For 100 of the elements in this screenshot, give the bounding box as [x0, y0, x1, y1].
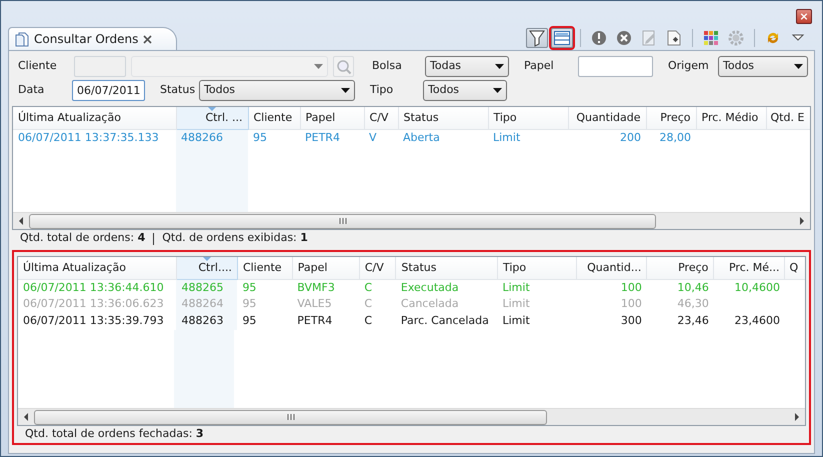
column-header[interactable]: C/V — [364, 107, 398, 129]
toolbar-button[interactable] — [526, 28, 548, 48]
status-text: Qtd. total de ordens fechadas: 3 — [25, 426, 204, 442]
scroll-right-icon[interactable] — [799, 217, 805, 225]
field-label: Origem — [668, 58, 710, 74]
table-cell-text: Cancelada — [400, 296, 460, 312]
dropdown[interactable]: Todos — [199, 80, 355, 101]
field-label: Cliente — [18, 58, 58, 74]
table-cell: 10,4600 — [714, 279, 785, 296]
tab[interactable]: Consultar Ordens — [8, 27, 178, 50]
table-cell: 06/07/2011 13:35:39.793 — [18, 313, 176, 330]
column-header[interactable]: Cliente — [237, 257, 292, 279]
caret-icon — [495, 64, 504, 70]
toolbar-button[interactable] — [551, 28, 573, 48]
table-cell: C — [359, 279, 396, 296]
close-icon[interactable] — [143, 34, 152, 44]
column-header[interactable]: Preço — [646, 257, 714, 279]
cancel-icon — [615, 29, 633, 47]
layout-icon — [553, 29, 571, 47]
column-header[interactable]: Quantid... — [576, 257, 647, 279]
table-cell-text: 100 — [620, 296, 643, 312]
column-header[interactable]: Prc. Médio — [696, 107, 766, 129]
column-header[interactable]: Prc. Mé... — [714, 257, 785, 279]
table-cell: 100 — [576, 279, 647, 296]
input-field[interactable] — [578, 56, 653, 77]
table-cell: 488266 — [176, 129, 248, 146]
column-header[interactable]: Papel — [300, 107, 364, 129]
table-cell: 488264 — [176, 296, 238, 313]
table-cell-text: 23,4600 — [733, 313, 781, 330]
field-label: Bolsa — [372, 58, 403, 74]
column-header[interactable]: C/V — [359, 257, 396, 279]
column-header[interactable]: Tipo — [488, 107, 568, 129]
dropdown[interactable]: Todos — [423, 80, 507, 101]
table-cell-text: 300 — [620, 313, 643, 330]
scrollbar-thumb[interactable] — [34, 410, 548, 424]
dropdown[interactable]: Todas — [425, 56, 509, 77]
column-header[interactable]: Status — [396, 257, 498, 279]
tab-title: Consultar Ordens — [34, 31, 138, 48]
table-cell: 06/07/2011 13:36:06.623 — [18, 296, 176, 313]
table-cell-text: PETR4 — [296, 313, 334, 330]
table-cell: 488265 — [176, 279, 238, 296]
caret-icon — [493, 88, 502, 94]
table-cell: BVMF3 — [292, 279, 360, 296]
table-cell-text: 23,46 — [676, 313, 710, 330]
status-text: Qtd. de ordens exibidas: 1 — [162, 230, 308, 246]
table-cell: Aberta — [398, 129, 488, 146]
scroll-left-icon[interactable] — [18, 217, 24, 225]
search-icon — [336, 58, 352, 74]
column-header[interactable]: Última Atualização — [13, 107, 176, 129]
table-cell-text: 95 — [241, 313, 258, 330]
table-cell-text: 95 — [241, 296, 258, 312]
column-header[interactable]: Ctrl. ... — [176, 107, 248, 129]
sorted-column-background — [176, 146, 248, 212]
dropdown[interactable]: Todos — [718, 56, 808, 77]
table-cell: 28,00 — [646, 129, 696, 146]
column-header[interactable]: Q — [784, 257, 805, 279]
column-header[interactable]: Ctrl.... — [176, 257, 238, 279]
caret-icon — [341, 88, 350, 94]
status-text: Qtd. total de ordens: 4 — [20, 230, 146, 246]
table-cell: 95 — [248, 129, 300, 146]
date-field[interactable]: 06/07/2011 — [72, 80, 145, 101]
table-cell: 06/07/2011 13:36:44.610 — [18, 279, 176, 296]
column-header[interactable]: Papel — [292, 257, 360, 279]
table-cell-text: Limit — [502, 313, 531, 330]
table-cell: 06/07/2011 13:37:35.133 — [13, 129, 176, 146]
column-header[interactable]: Quantidade — [568, 107, 646, 129]
table-cell: 10,46 — [646, 279, 714, 296]
field-label: Tipo — [370, 82, 394, 98]
scrollbar-thumb[interactable] — [29, 214, 656, 228]
table-cell: V — [364, 129, 398, 146]
sort-icon — [202, 257, 211, 262]
scroll-left-icon[interactable] — [23, 413, 29, 421]
sort-icon — [208, 107, 216, 112]
caret-icon — [794, 64, 803, 70]
table-cell-text: VALE5 — [296, 296, 333, 312]
scroll-right-icon[interactable] — [794, 413, 800, 421]
column-header[interactable]: Qtd. E — [766, 107, 810, 129]
table-cell-text: C — [363, 296, 374, 312]
column-header[interactable]: Status — [398, 107, 488, 129]
table-cell: Executada — [396, 279, 498, 296]
settings-icon — [727, 29, 745, 47]
column-header[interactable]: Última Atualização — [18, 257, 176, 279]
field-label: Status — [160, 82, 196, 98]
alert-icon — [590, 29, 608, 47]
document-icon — [15, 32, 29, 46]
table-cell: 95 — [237, 279, 292, 296]
caret-icon — [314, 64, 323, 70]
close-button[interactable]: × — [796, 9, 812, 24]
table-cell-text: Parc. Cancelada — [400, 313, 490, 330]
new-document-icon — [665, 29, 683, 47]
table-cell-text: 46,30 — [676, 296, 710, 312]
column-header[interactable]: Preço — [646, 107, 696, 129]
table-cell-text: Limit — [502, 296, 531, 312]
column-header[interactable]: Cliente — [248, 107, 300, 129]
table-cell: 488263 — [176, 313, 238, 330]
column-header[interactable]: Tipo — [498, 257, 577, 279]
table-cell: PETR4 — [300, 129, 364, 146]
field-label: Data — [18, 82, 46, 98]
table-cell: 200 — [568, 129, 646, 146]
field-label: Papel — [524, 58, 555, 74]
